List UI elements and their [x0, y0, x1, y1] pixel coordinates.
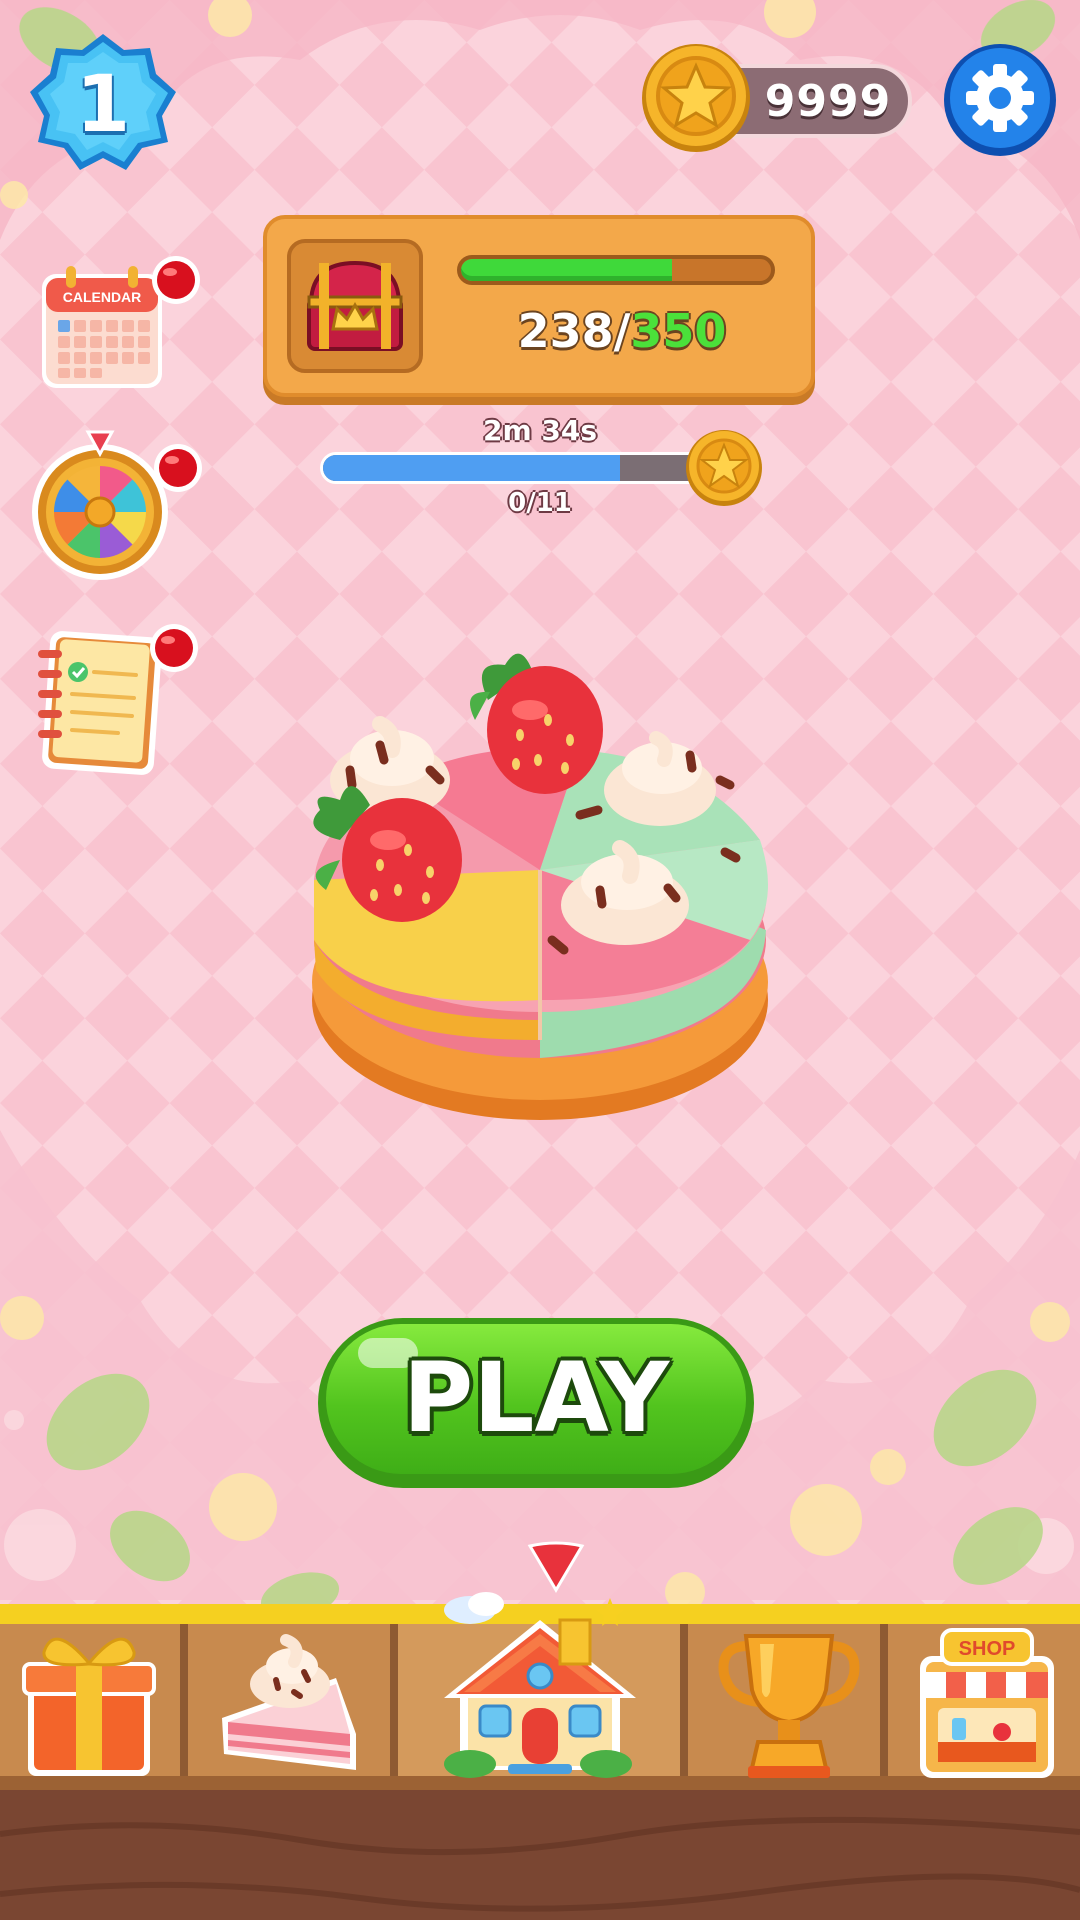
notification-dot: [154, 444, 202, 492]
chest-frame: [287, 239, 423, 373]
coin-count: 9999: [764, 75, 892, 127]
quests-button[interactable]: [28, 624, 198, 778]
calendar-label: CALENDAR: [63, 289, 142, 305]
chest-progress-panel[interactable]: 238/350: [263, 215, 815, 397]
nav-trophy-button[interactable]: [714, 1622, 864, 1782]
chest-progress-text: 238/350: [427, 291, 817, 371]
shop-label: SHOP: [959, 1638, 1016, 1660]
settings-button[interactable]: [942, 42, 1058, 158]
gift-icon: [22, 1637, 156, 1776]
house-icon: [444, 1592, 636, 1778]
event-timer: 2m 34s: [482, 414, 598, 447]
level-number: 1: [75, 60, 131, 150]
treasure-chest-icon: [307, 260, 403, 351]
event-progress-text: 0/11: [508, 488, 572, 518]
coin-star-icon: [642, 44, 750, 152]
notification-dot: [152, 256, 200, 304]
calendar-button[interactable]: CALENDAR: [38, 252, 200, 392]
nav-shop-button[interactable]: SHOP: [912, 1622, 1062, 1782]
chest-progress-separator: /: [613, 304, 631, 358]
shop-icon: SHOP: [920, 1628, 1054, 1778]
cake-slice-icon: [222, 1634, 356, 1770]
event-progress-bar: [320, 452, 712, 484]
chest-progress-goal: 350: [630, 304, 727, 358]
lucky-wheel-button[interactable]: [30, 428, 202, 588]
gear-icon: [966, 64, 1034, 132]
play-button[interactable]: PLAY: [318, 1318, 754, 1488]
level-badge[interactable]: 1: [26, 30, 180, 180]
cake-illustration: [312, 653, 768, 1120]
notification-dot: [150, 624, 198, 672]
trophy-icon: [718, 1634, 860, 1778]
chest-progress-fill: [461, 259, 672, 281]
event-coin-icon[interactable]: [684, 428, 764, 508]
chest-progress-bar: [457, 255, 775, 285]
chest-progress-current: 238: [517, 304, 614, 358]
nav-gift-button[interactable]: [14, 1622, 164, 1782]
nav-home-button[interactable]: [430, 1580, 650, 1780]
play-label: PLAY: [402, 1342, 670, 1454]
event-progress-fill: [323, 455, 621, 481]
nav-cake-button[interactable]: [210, 1622, 370, 1782]
